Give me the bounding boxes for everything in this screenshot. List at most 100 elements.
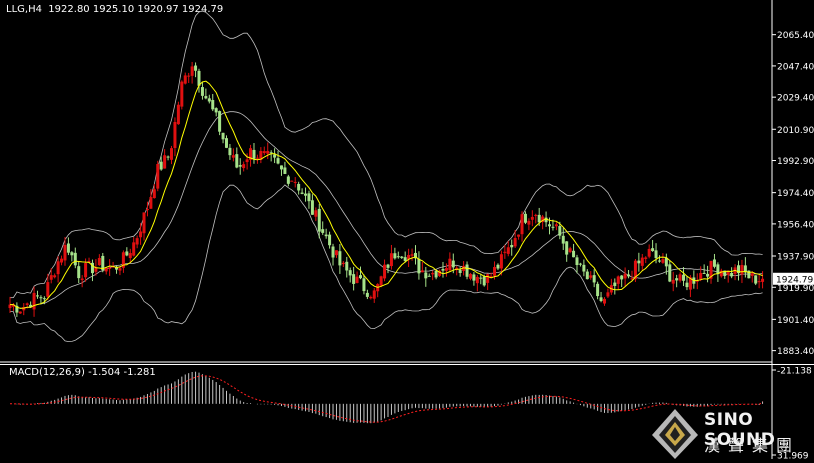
candle-bullish — [520, 214, 524, 235]
candle-bearish — [620, 275, 624, 280]
candle-bearish — [221, 132, 225, 140]
y-tick-label: 1883.40 — [777, 347, 814, 357]
candle-bullish — [63, 245, 67, 261]
candle-bullish — [383, 264, 387, 279]
candle-bullish — [231, 155, 235, 158]
candle-bullish — [314, 210, 318, 217]
candle-bullish — [379, 276, 383, 286]
candle-bullish — [334, 250, 338, 256]
candle-bullish — [190, 66, 194, 76]
candle-bearish — [712, 259, 716, 267]
candle-bullish — [53, 275, 57, 278]
candle-bullish — [266, 150, 270, 154]
candle-bearish — [224, 138, 228, 148]
candle-bullish — [245, 159, 249, 163]
y-tick-label: 1901.40 — [777, 316, 814, 326]
candle-bearish — [479, 277, 483, 279]
candle-bullish — [262, 151, 266, 154]
candle-bullish — [616, 276, 620, 284]
candle-bearish — [276, 158, 280, 164]
candle-bullish — [149, 197, 153, 209]
y-tick-label: 1956.40 — [777, 220, 814, 230]
candle-bearish — [362, 278, 366, 292]
candle-bullish — [139, 231, 143, 238]
candle-bearish — [417, 258, 421, 274]
diamond-logo-icon — [652, 409, 698, 459]
candle-bearish — [465, 264, 469, 277]
candle-bullish — [647, 248, 651, 257]
candle-bullish — [475, 276, 479, 284]
candle-bullish — [369, 296, 373, 299]
candle-bullish — [290, 180, 294, 182]
candle-bullish — [135, 238, 139, 245]
candle-bullish — [499, 254, 503, 269]
candle-bullish — [468, 273, 472, 279]
candle-bearish — [42, 298, 46, 300]
candle-bearish — [393, 253, 397, 259]
candle-bullish — [142, 212, 146, 234]
candle-bullish — [170, 148, 174, 160]
candle-bullish — [530, 216, 534, 220]
candle-bearish — [458, 269, 462, 274]
y-tick-label: 2010.90 — [777, 126, 814, 136]
candle-bearish — [279, 165, 283, 170]
candle-bearish — [702, 272, 706, 274]
candle-bearish — [70, 252, 74, 256]
candle-bearish — [523, 213, 527, 223]
candle-bearish — [730, 272, 734, 277]
candle-bullish — [8, 304, 12, 309]
candle-bullish — [671, 279, 675, 284]
candle-bearish — [551, 226, 555, 228]
candle-bearish — [565, 241, 569, 255]
sino-sound-logo: SINO SOUND 漢聲集團 — [648, 405, 814, 459]
candle-bearish — [561, 235, 565, 244]
candle-bearish — [424, 272, 428, 279]
candle-bullish — [757, 281, 761, 283]
candle-bearish — [537, 214, 541, 223]
logo-subtitle: 漢聲集團 — [704, 436, 801, 455]
candle-bullish — [372, 290, 376, 299]
candle-bearish — [324, 234, 328, 237]
candle-bearish — [304, 193, 308, 196]
candle-bearish — [197, 70, 201, 86]
candle-bearish — [211, 100, 215, 110]
candle-bullish — [389, 253, 393, 267]
candle-bearish — [682, 274, 686, 281]
candle-bearish — [159, 161, 163, 170]
candle-bearish — [331, 246, 335, 258]
candle-bearish — [637, 260, 641, 264]
candle-bearish — [297, 183, 301, 191]
candle-bullish — [589, 275, 593, 278]
candle-bearish — [451, 260, 455, 268]
candle-bearish — [273, 154, 277, 158]
candle-bearish — [283, 167, 287, 174]
candle-bearish — [657, 260, 661, 262]
candle-bullish — [60, 258, 64, 263]
candle-bullish — [420, 270, 424, 273]
candle-bearish — [668, 264, 672, 282]
candle-bearish — [35, 295, 39, 297]
candle-bearish — [310, 200, 314, 215]
candle-bearish — [472, 274, 476, 281]
candle-bearish — [427, 275, 431, 277]
candle-bearish — [317, 208, 321, 232]
candle-bearish — [627, 274, 631, 277]
candle-bearish — [403, 257, 407, 261]
candle-bullish — [534, 214, 538, 216]
candle-bullish — [602, 298, 606, 304]
candle-bullish — [25, 303, 29, 305]
candle-bearish — [338, 251, 342, 266]
candle-bearish — [664, 257, 668, 267]
chart-background — [0, 0, 814, 459]
candle-bearish — [592, 275, 596, 283]
price-chart: 2065.40 2047.40 2029.40 2010.90 1992.90 1974.… — [0, 0, 814, 459]
candle-bullish — [84, 263, 88, 278]
candle-bearish — [214, 108, 218, 113]
candle-bearish — [400, 256, 404, 258]
candle-bearish — [572, 250, 576, 258]
candle-bearish — [77, 266, 81, 279]
candle-bearish — [675, 278, 679, 281]
candle-bearish — [654, 250, 658, 259]
candle-bearish — [359, 275, 363, 279]
candle-bearish — [585, 271, 589, 280]
